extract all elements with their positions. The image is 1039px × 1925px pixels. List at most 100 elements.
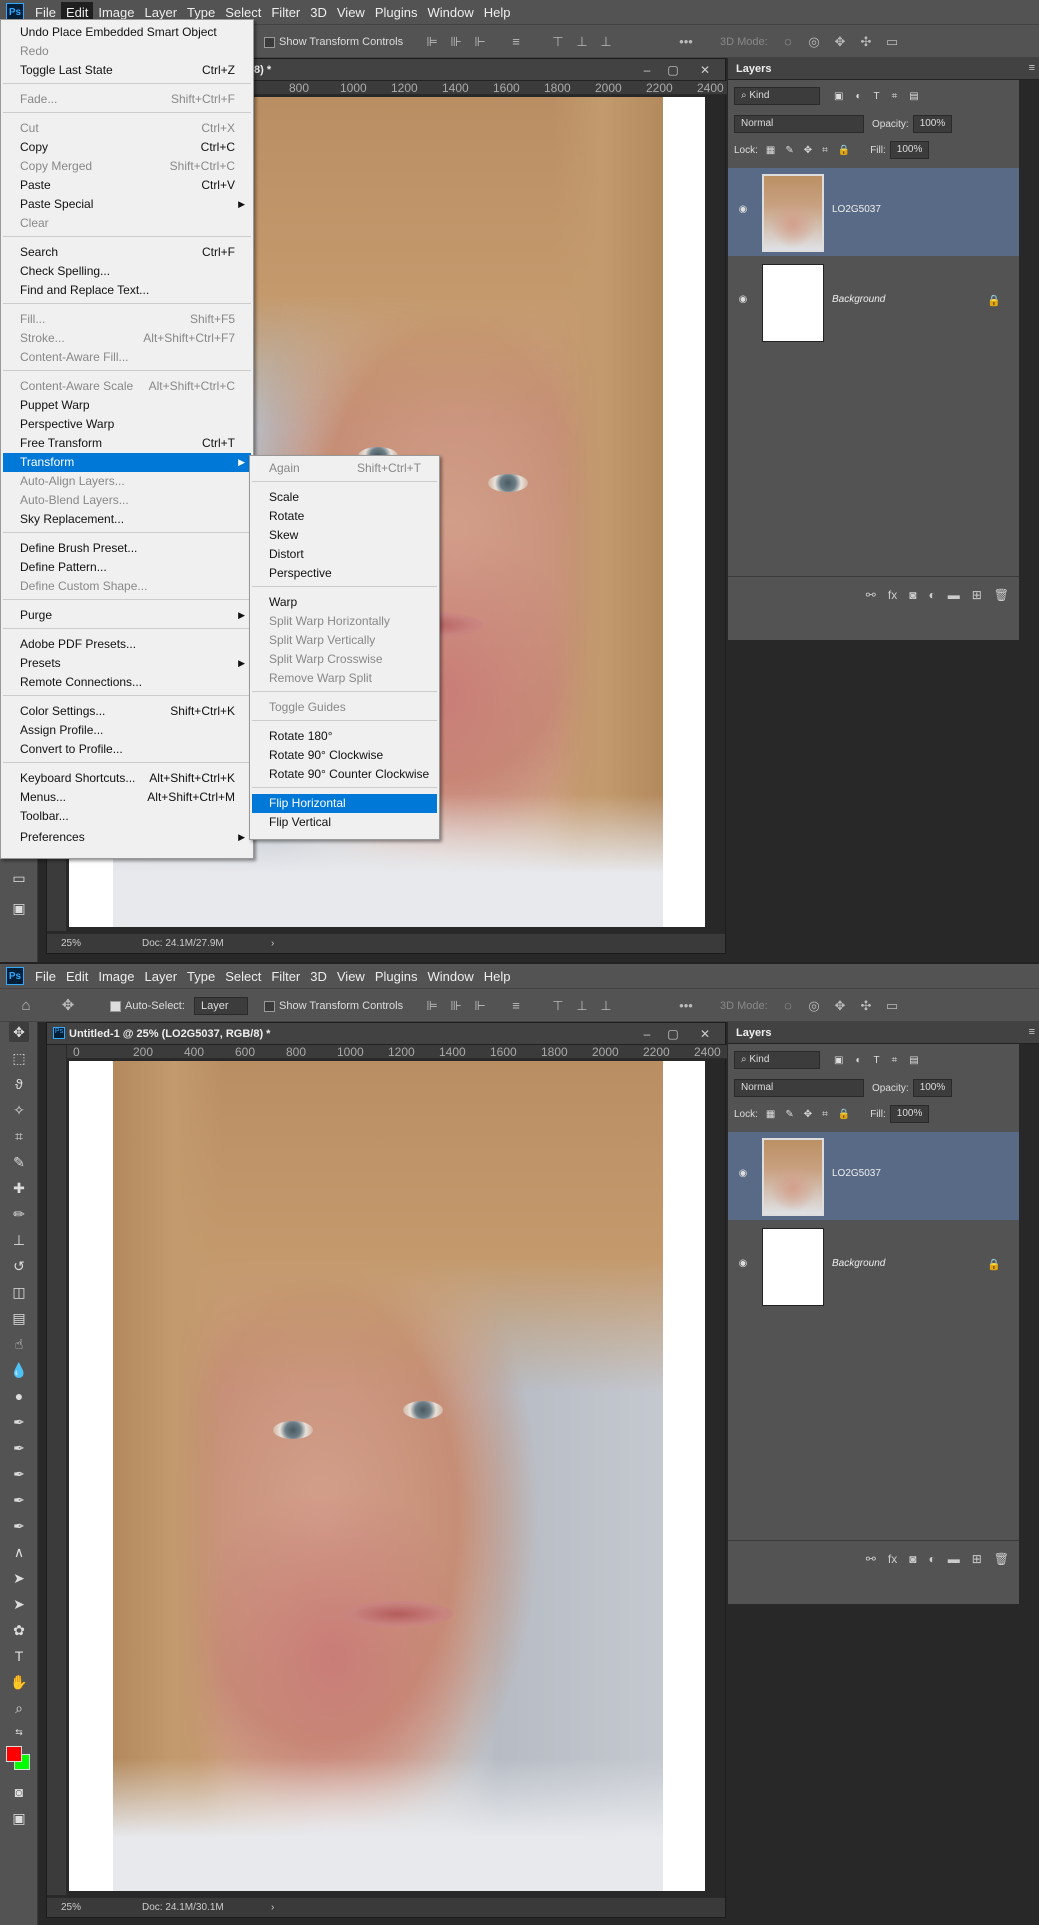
kind-filter[interactable]: ⌕ Kind: [734, 87, 820, 105]
artboard-icon[interactable]: ▭: [9, 868, 29, 888]
panel-menu-icon[interactable]: ≡: [1029, 1026, 1035, 1038]
dodge-tool-icon[interactable]: ●: [9, 1386, 29, 1406]
menu-item[interactable]: Rotate: [252, 507, 437, 526]
menu-item[interactable]: Perspective: [252, 564, 437, 583]
blur-tool-icon[interactable]: 💧: [9, 1360, 29, 1380]
filter-icons[interactable]: ▣◐T⌗▤: [834, 1055, 931, 1066]
3d-slide-icon[interactable]: ✣: [858, 35, 874, 49]
trash-icon[interactable]: 🗑: [994, 588, 1009, 602]
menu-view[interactable]: View: [332, 966, 370, 987]
menu-item[interactable]: Free Transform Ctrl+T: [3, 434, 251, 453]
show-transform-checkbox[interactable]: [264, 36, 275, 48]
doc-size[interactable]: Doc: 24.1M/27.9M: [142, 938, 224, 949]
canvas[interactable]: [69, 1061, 705, 1891]
folder-icon[interactable]: ▬: [948, 588, 960, 602]
menu-filter[interactable]: Filter: [266, 966, 305, 987]
menu-item[interactable]: Auto-Align Layers...: [3, 472, 251, 491]
menu-item[interactable]: Flip Vertical: [252, 813, 437, 832]
align-bottom-icon[interactable]: ⊥: [598, 999, 614, 1013]
menu-item[interactable]: Fade... Shift+Ctrl+F: [3, 90, 251, 109]
menu-item-flip-horizontal[interactable]: Flip Horizontal: [252, 794, 437, 813]
menu-item[interactable]: Define Brush Preset...: [3, 539, 251, 558]
3d-pan-icon[interactable]: ✥: [832, 35, 848, 49]
3d-orbit-icon[interactable]: ◌: [780, 999, 796, 1013]
menu-select[interactable]: Select: [220, 966, 266, 987]
menu-item[interactable]: Perspective Warp: [3, 415, 251, 434]
link-icon[interactable]: ⚯: [866, 1552, 876, 1566]
menu-item[interactable]: Sky Replacement...: [3, 510, 251, 529]
menu-item[interactable]: Paste Special ▶: [3, 195, 251, 214]
zoom-tool-icon[interactable]: ⌕: [9, 1698, 29, 1718]
crop-tool-icon[interactable]: ⌗: [9, 1126, 29, 1146]
menu-item[interactable]: Color Settings... Shift+Ctrl+K: [3, 702, 251, 721]
menu-item[interactable]: Split Warp Vertically: [252, 631, 437, 650]
lock-icons[interactable]: ▦✎✥⌗🔒: [766, 1109, 860, 1120]
menu-item[interactable]: Menus... Alt+Shift+Ctrl+M: [3, 788, 251, 807]
direct-selection-icon[interactable]: ➤: [9, 1594, 29, 1614]
menu-item[interactable]: Rotate 180°: [252, 727, 437, 746]
mask-icon[interactable]: ◙: [909, 588, 916, 602]
auto-select-checkbox[interactable]: [110, 1000, 121, 1012]
hand-tool-icon[interactable]: ✋: [9, 1672, 29, 1692]
menu-item[interactable]: Rotate 90° Counter Clockwise: [252, 765, 437, 784]
align-center-icon[interactable]: ⊪: [448, 35, 464, 49]
menu-item[interactable]: Check Spelling...: [3, 262, 251, 281]
curvature-pen-icon[interactable]: ✒: [9, 1464, 29, 1484]
menu-item[interactable]: Adobe PDF Presets...: [3, 635, 251, 654]
fx-icon[interactable]: fx: [888, 588, 897, 602]
menu-item[interactable]: Split Warp Crosswise: [252, 650, 437, 669]
close-icon[interactable]: ✕: [697, 1026, 713, 1042]
menu-item[interactable]: Skew: [252, 526, 437, 545]
filter-icons[interactable]: ▣◐T⌗▤: [834, 91, 931, 102]
minimize-icon[interactable]: –: [639, 1026, 655, 1042]
menu-item-transform[interactable]: Transform ▶: [3, 453, 251, 472]
more-options-icon[interactable]: •••: [676, 35, 696, 49]
menu-item[interactable]: Remove Warp Split: [252, 669, 437, 688]
kind-filter[interactable]: ⌕ Kind: [734, 1051, 820, 1069]
link-icon[interactable]: ⚯: [866, 588, 876, 602]
menu-help[interactable]: Help: [479, 966, 516, 987]
eyedropper-icon[interactable]: ✎: [9, 1152, 29, 1172]
zoom-level[interactable]: 25%: [61, 1902, 81, 1913]
align-right-icon[interactable]: ⊩: [472, 999, 488, 1013]
magic-wand-icon[interactable]: ✧: [9, 1100, 29, 1120]
fill-input[interactable]: 100%: [889, 141, 930, 159]
gradient-tool-icon[interactable]: ▤: [9, 1308, 29, 1328]
visibility-eye-icon[interactable]: ◉: [736, 1258, 750, 1272]
opacity-input[interactable]: 100%: [912, 115, 953, 133]
custom-shape-icon[interactable]: ✿: [9, 1620, 29, 1640]
adjustment-icon[interactable]: ◐: [928, 1552, 935, 1566]
smudge-tool-icon[interactable]: ☝: [9, 1334, 29, 1354]
visibility-eye-icon[interactable]: ◉: [736, 294, 750, 308]
3d-orbit-icon[interactable]: ◌: [780, 35, 796, 49]
menu-window[interactable]: Window: [422, 2, 478, 23]
new-layer-icon[interactable]: ⊞: [972, 1552, 982, 1566]
menu-item[interactable]: Rotate 90° Clockwise: [252, 746, 437, 765]
menu-item[interactable]: Scale: [252, 488, 437, 507]
home-icon[interactable]: ⌂: [18, 998, 34, 1013]
trash-icon[interactable]: 🗑: [994, 1552, 1009, 1566]
panel-menu-icon[interactable]: ≡: [1029, 62, 1035, 74]
align-bottom-icon[interactable]: ⊥: [598, 35, 614, 49]
menu-item[interactable]: Undo Place Embedded Smart Object: [3, 23, 251, 42]
menu-item[interactable]: Fill... Shift+F5: [3, 310, 251, 329]
distribute-icon[interactable]: ≡: [508, 35, 524, 49]
menu-item[interactable]: Toggle Guides: [252, 698, 437, 717]
adjustment-icon[interactable]: ◐: [928, 588, 935, 602]
menu-plugins[interactable]: Plugins: [370, 966, 423, 987]
3d-slide-icon[interactable]: ✣: [858, 999, 874, 1013]
menu-view[interactable]: View: [332, 2, 370, 23]
distribute-icon[interactable]: ≡: [508, 999, 524, 1013]
3d-scale-icon[interactable]: ▭: [884, 999, 900, 1013]
menu-item[interactable]: Copy Merged Shift+Ctrl+C: [3, 157, 251, 176]
menu-item[interactable]: Purge ▶: [3, 606, 251, 625]
menu-filter[interactable]: Filter: [266, 2, 305, 23]
menu-item[interactable]: Again Shift+Ctrl+T: [252, 459, 437, 478]
maximize-icon[interactable]: ▢: [665, 62, 681, 78]
menu-item[interactable]: Remote Connections...: [3, 673, 251, 692]
screen-mode-icon[interactable]: ▣: [9, 898, 29, 918]
align-top-icon[interactable]: ⊤: [550, 35, 566, 49]
menu-item[interactable]: Clear: [3, 214, 251, 233]
layer-row[interactable]: ◉ LO2G5037: [728, 1132, 1019, 1220]
swap-colors-icon[interactable]: ⇆: [9, 1722, 29, 1742]
